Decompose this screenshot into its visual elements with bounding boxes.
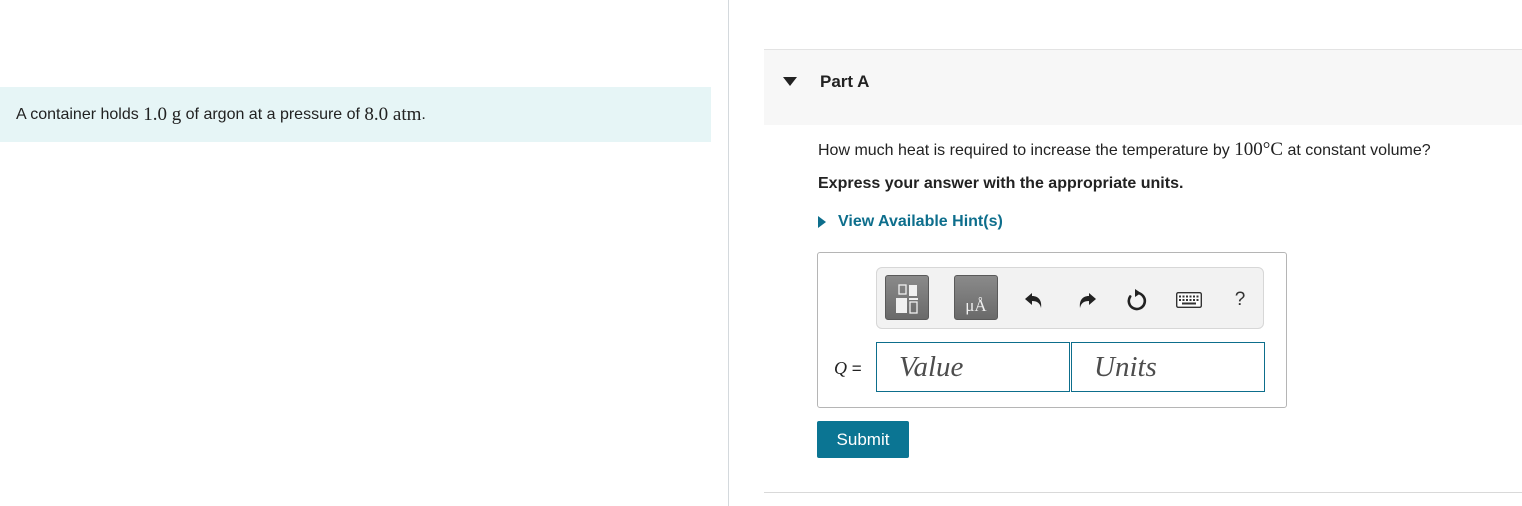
expand-caret-icon [818, 216, 826, 228]
answer-box: μÅ ? Q = Value Units [817, 252, 1287, 408]
help-icon[interactable]: ? [1226, 286, 1254, 314]
templates-button[interactable] [885, 275, 929, 320]
redo-icon[interactable] [1073, 286, 1101, 314]
view-hints-label[interactable]: View Available Hint(s) [838, 213, 1003, 231]
mass-value: 1.0 g [143, 103, 182, 125]
part-header[interactable]: Part A [764, 49, 1522, 125]
answer-equals: = [847, 359, 862, 378]
temperature-value: 100°C [1234, 139, 1283, 160]
value-placeholder: Value [899, 350, 964, 383]
question-text-end: at constant volume? [1283, 142, 1431, 159]
answer-label: Q = [834, 358, 862, 379]
units-input[interactable]: Units [1071, 342, 1265, 392]
units-button-label: μÅ [965, 296, 987, 315]
math-toolbar: μÅ ? [876, 267, 1264, 329]
part-title: Part A [820, 72, 870, 91]
problem-text-end: . [421, 105, 426, 123]
units-button[interactable]: μÅ [954, 275, 998, 320]
keyboard-icon[interactable] [1175, 286, 1203, 314]
panel-divider [728, 0, 729, 506]
submit-button[interactable]: Submit [817, 421, 909, 458]
undo-icon[interactable] [1020, 286, 1048, 314]
collapse-caret-icon[interactable] [783, 77, 797, 86]
answer-variable: Q [834, 358, 847, 378]
question-text-start: How much heat is required to increase th… [818, 142, 1235, 159]
reset-icon[interactable] [1123, 286, 1151, 314]
templates-icon [896, 284, 918, 314]
value-input[interactable]: Value [876, 342, 1070, 392]
problem-text-middle: of argon at a pressure of [181, 105, 365, 123]
question-text: How much heat is required to increase th… [818, 139, 1431, 161]
answer-instructions: Express your answer with the appropriate… [818, 175, 1184, 192]
bottom-divider [764, 492, 1522, 493]
problem-statement: A container holds 1.0 g of argon at a pr… [0, 87, 711, 142]
pressure-value: 8.0 atm [364, 103, 422, 125]
problem-text-start: A container holds [16, 105, 144, 123]
view-hints-link[interactable]: View Available Hint(s) [818, 213, 1003, 231]
units-placeholder: Units [1094, 350, 1157, 383]
